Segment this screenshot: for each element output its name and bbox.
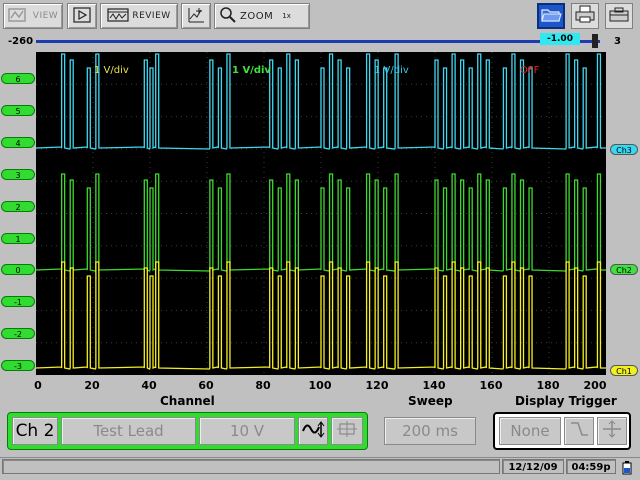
trigger-position-button[interactable]	[597, 417, 627, 445]
printer-icon	[574, 5, 596, 27]
view-label: VIEW	[32, 11, 59, 21]
folder-icon	[540, 5, 562, 27]
crosshair-icon	[601, 419, 623, 443]
view-button[interactable]: VIEW	[3, 3, 63, 29]
dc-coupling-icon	[301, 419, 325, 443]
x-tick-0: 0	[34, 379, 42, 392]
battery-icon	[621, 460, 633, 479]
channel-heading: Channel	[160, 394, 215, 408]
channel-settings-button[interactable]	[331, 417, 363, 445]
x-tick-20: 20	[84, 379, 100, 392]
zoom-button[interactable]: ZOOM 1x	[214, 3, 310, 29]
x-tick-140: 140	[422, 379, 446, 392]
cursor-value-readout: -1.00	[540, 33, 580, 45]
y-tick-3: 3	[1, 169, 35, 180]
trigger-slope-button[interactable]	[564, 417, 594, 445]
toolbox-button[interactable]	[605, 3, 633, 29]
zoom-level: 1x	[282, 12, 291, 20]
ch2-waveform	[36, 173, 606, 272]
cursor-button[interactable]	[181, 3, 211, 29]
y-tick-1: 1	[1, 233, 35, 244]
open-folder-button[interactable]	[537, 3, 565, 29]
ch2-marker[interactable]: Ch2	[610, 264, 638, 275]
y-tick-neg2: -2	[1, 328, 35, 339]
x-tick-40: 40	[141, 379, 157, 392]
status-message	[2, 459, 500, 474]
x-tick-200: 200	[583, 379, 607, 392]
waveform-display[interactable]: 1 V/div 1 V/div 1 V/div OFF	[36, 52, 606, 375]
channel-select-button[interactable]: Ch 2	[12, 417, 58, 445]
lead-select-button[interactable]: Test Lead	[61, 417, 196, 445]
sweep-heading: Sweep	[408, 394, 453, 408]
voltage-select-button[interactable]: 10 V	[199, 417, 295, 445]
review-label: REVIEW	[132, 11, 171, 21]
zoom-label: ZOOM	[240, 10, 274, 22]
print-button[interactable]	[571, 3, 599, 29]
ch1-marker[interactable]: Ch1	[610, 365, 638, 376]
x-tick-120: 120	[365, 379, 389, 392]
x-tick-180: 180	[536, 379, 560, 392]
x-tick-60: 60	[198, 379, 214, 392]
x-tick-80: 80	[255, 379, 271, 392]
x-tick-160: 160	[479, 379, 503, 392]
coupling-button[interactable]	[298, 417, 328, 445]
y-tick-neg3: -3	[1, 360, 35, 371]
trigger-select-button[interactable]: None	[499, 417, 561, 445]
ch3-scale-label: 1 V/div	[374, 65, 409, 76]
ch2-scale-label: 1 V/div	[232, 65, 271, 76]
status-date: 12/12/09	[502, 459, 564, 474]
view-icon	[8, 7, 30, 26]
cursor-right-value: 3	[614, 36, 621, 47]
review-icon	[107, 7, 129, 26]
cursor-track[interactable]	[36, 40, 600, 43]
cursor-icon	[186, 6, 206, 27]
falling-edge-icon	[568, 419, 590, 443]
sweep-select-button[interactable]: 200 ms	[384, 417, 476, 445]
ch4-status-label: OFF	[520, 65, 540, 76]
y-tick-neg1: -1	[1, 296, 35, 307]
play-icon	[73, 6, 91, 26]
play-button[interactable]	[67, 3, 97, 29]
cursor-handle[interactable]	[592, 34, 598, 48]
status-bar: 12/12/09 04:59p	[0, 457, 640, 476]
toolbox-icon	[608, 5, 630, 27]
magnifier-icon	[219, 6, 237, 27]
y-tick-0: 0	[1, 264, 35, 275]
status-time: 04:59p	[566, 459, 616, 474]
cursor-left-value: -260	[8, 36, 34, 47]
settings-icon	[335, 419, 359, 443]
y-tick-4: 4	[1, 137, 35, 148]
ch3-marker[interactable]: Ch3	[610, 144, 638, 155]
y-tick-2: 2	[1, 201, 35, 212]
review-button[interactable]: REVIEW	[100, 3, 178, 29]
x-tick-100: 100	[308, 379, 332, 392]
y-tick-6: 6	[1, 73, 35, 84]
display-trigger-heading: Display Trigger	[515, 394, 617, 408]
ch1-scale-label: 1 V/div	[94, 65, 129, 76]
y-tick-5: 5	[1, 105, 35, 116]
